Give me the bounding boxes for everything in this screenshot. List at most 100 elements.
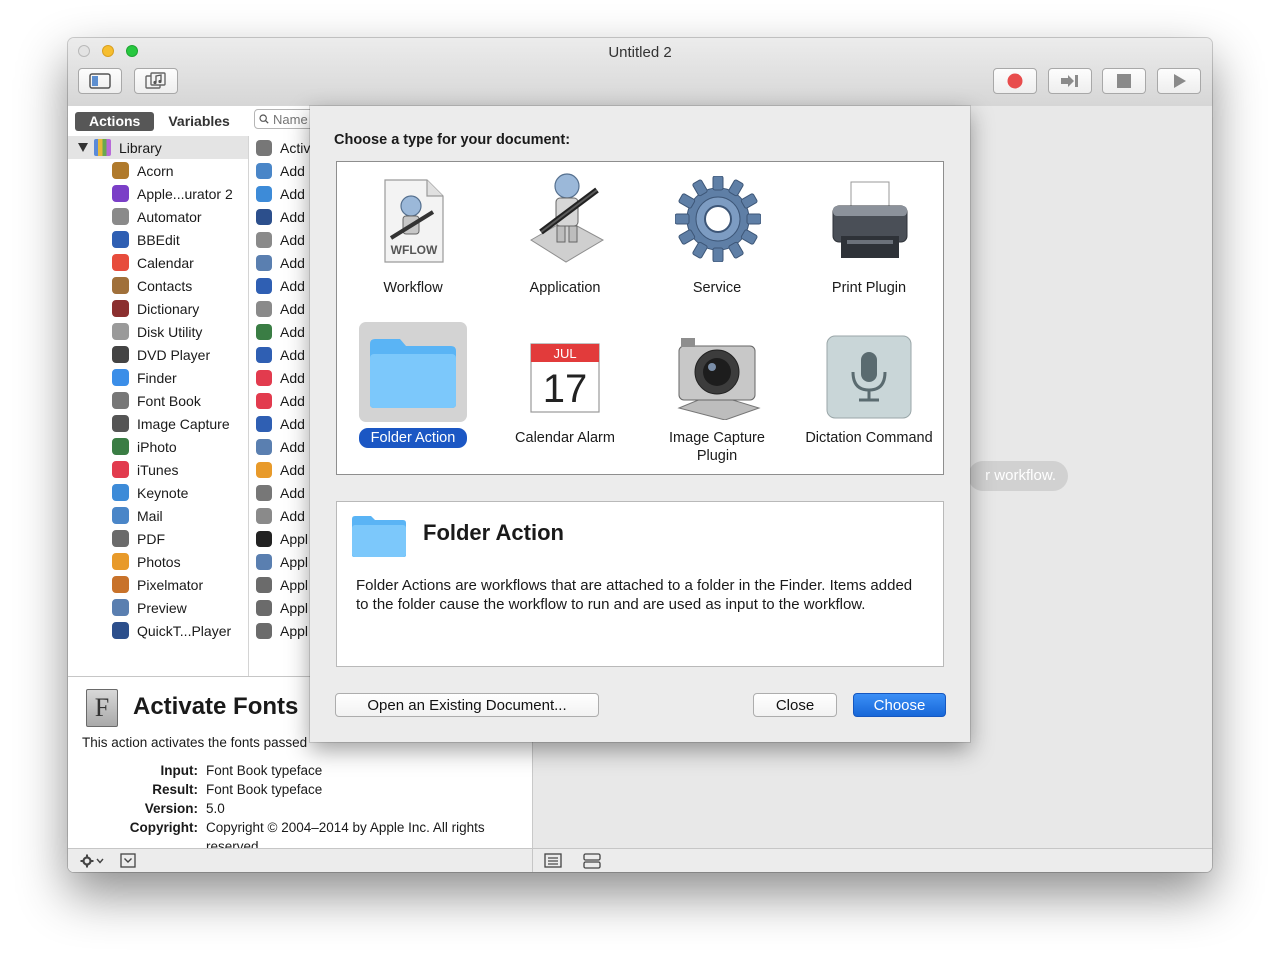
category-item[interactable]: Dictionary bbox=[68, 297, 248, 320]
category-item[interactable]: PDF bbox=[68, 527, 248, 550]
action-label: Add bbox=[280, 392, 305, 409]
action-label: Appl bbox=[280, 622, 309, 639]
category-label: Image Capture bbox=[137, 415, 230, 432]
action-item[interactable]: Add bbox=[249, 159, 311, 182]
category-item[interactable]: Keynote bbox=[68, 481, 248, 504]
microphone-icon bbox=[826, 335, 912, 419]
gear-menu-icon[interactable] bbox=[80, 854, 106, 868]
action-item[interactable]: Add bbox=[249, 389, 311, 412]
action-description: This action activates the fonts passed bbox=[82, 735, 308, 750]
category-app-icon bbox=[112, 576, 129, 593]
window-title: Untitled 2 bbox=[608, 44, 672, 61]
action-item[interactable]: Add bbox=[249, 481, 311, 504]
action-label: Add bbox=[280, 231, 305, 248]
action-item[interactable]: Appl bbox=[249, 619, 311, 642]
action-item[interactable]: Add bbox=[249, 458, 311, 481]
action-label: Appl bbox=[280, 599, 309, 616]
action-item[interactable]: Add bbox=[249, 251, 311, 274]
stop-button[interactable] bbox=[1102, 68, 1146, 94]
action-item[interactable]: Add bbox=[249, 343, 311, 366]
choose-button[interactable]: Choose bbox=[853, 693, 946, 717]
disclosure-triangle-icon[interactable] bbox=[78, 143, 88, 152]
action-item[interactable]: Add bbox=[249, 274, 311, 297]
action-item[interactable]: Add bbox=[249, 435, 311, 458]
action-item[interactable]: Add bbox=[249, 297, 311, 320]
record-button[interactable] bbox=[993, 68, 1037, 94]
action-item[interactable]: Activ bbox=[249, 136, 311, 159]
action-icon bbox=[256, 553, 272, 570]
library-tabs: Actions Variables bbox=[75, 112, 244, 131]
type-label: Calendar Alarm bbox=[515, 430, 615, 446]
action-label: Add bbox=[280, 507, 305, 524]
category-item[interactable]: Disk Utility bbox=[68, 320, 248, 343]
action-item[interactable]: Appl bbox=[249, 527, 311, 550]
category-item[interactable]: iPhoto bbox=[68, 435, 248, 458]
category-item[interactable]: BBEdit bbox=[68, 228, 248, 251]
action-item[interactable]: Appl bbox=[249, 573, 311, 596]
service-gear-icon bbox=[675, 176, 761, 262]
media-button[interactable] bbox=[134, 68, 178, 94]
category-item[interactable]: iTunes bbox=[68, 458, 248, 481]
category-label: Disk Utility bbox=[137, 323, 203, 340]
category-label: Contacts bbox=[137, 277, 193, 294]
category-item[interactable]: Font Book bbox=[68, 389, 248, 412]
action-item[interactable]: Add bbox=[249, 366, 311, 389]
category-label: Mail bbox=[137, 507, 163, 524]
action-label: Add bbox=[280, 484, 305, 501]
category-app-icon bbox=[112, 162, 129, 179]
font-book-icon: F bbox=[86, 689, 118, 727]
camera-icon bbox=[677, 338, 761, 420]
sheet-prompt: Choose a type for your document: bbox=[334, 132, 571, 148]
type-description-box: Folder Action Folder Actions are workflo… bbox=[336, 501, 944, 667]
category-item[interactable]: Contacts bbox=[68, 274, 248, 297]
category-item[interactable]: Preview bbox=[68, 596, 248, 619]
close-button[interactable]: Close bbox=[753, 693, 837, 717]
calendar-month: JUL bbox=[553, 346, 576, 361]
list-view-icon[interactable] bbox=[544, 853, 562, 868]
category-item[interactable]: Automator bbox=[68, 205, 248, 228]
category-app-icon bbox=[112, 346, 129, 363]
tab-actions[interactable]: Actions bbox=[75, 112, 155, 131]
action-item[interactable]: Add bbox=[249, 504, 311, 527]
action-item[interactable]: Appl bbox=[249, 596, 311, 619]
action-item[interactable]: Appl bbox=[249, 550, 311, 573]
category-app-icon bbox=[112, 438, 129, 455]
action-label: Add bbox=[280, 438, 305, 455]
category-item[interactable]: QuickT...Player bbox=[68, 619, 248, 642]
description-toggle-icon[interactable] bbox=[120, 853, 136, 868]
action-item[interactable]: Add bbox=[249, 320, 311, 343]
category-item[interactable]: Pixelmator bbox=[68, 573, 248, 596]
log-view-icon[interactable] bbox=[583, 853, 601, 869]
library-root-label: Library bbox=[119, 139, 162, 156]
document-type-sheet: Choose a type for your document: WFLOW W… bbox=[310, 106, 970, 742]
category-label: Automator bbox=[137, 208, 202, 225]
category-item[interactable]: Image Capture bbox=[68, 412, 248, 435]
category-item[interactable]: Acorn bbox=[68, 159, 248, 182]
action-item[interactable]: Add bbox=[249, 182, 311, 205]
category-app-icon bbox=[112, 300, 129, 317]
category-item[interactable]: Finder bbox=[68, 366, 248, 389]
run-button[interactable] bbox=[1157, 68, 1201, 94]
category-item[interactable]: Apple...urator 2 bbox=[68, 182, 248, 205]
open-existing-document-button[interactable]: Open an Existing Document... bbox=[335, 693, 599, 717]
action-item[interactable]: Add bbox=[249, 412, 311, 435]
action-item[interactable]: Add bbox=[249, 228, 311, 251]
type-label: Application bbox=[529, 280, 601, 296]
action-item[interactable]: Add bbox=[249, 205, 311, 228]
library-root-row[interactable]: Library bbox=[68, 136, 248, 159]
calendar-alarm-icon-box: JUL 17 bbox=[511, 322, 619, 422]
step-button[interactable] bbox=[1048, 68, 1092, 94]
action-icon bbox=[256, 277, 272, 294]
category-label: PDF bbox=[137, 530, 165, 547]
category-item[interactable]: Calendar bbox=[68, 251, 248, 274]
category-item[interactable]: DVD Player bbox=[68, 343, 248, 366]
tab-variables[interactable]: Variables bbox=[154, 112, 244, 131]
action-label: Add bbox=[280, 162, 305, 179]
action-label: Appl bbox=[280, 530, 309, 547]
selected-type-title: Folder Action bbox=[423, 520, 564, 545]
category-item[interactable]: Mail bbox=[68, 504, 248, 527]
category-item[interactable]: Photos bbox=[68, 550, 248, 573]
action-icon bbox=[256, 461, 272, 478]
type-label: Image Capture Plugin bbox=[669, 430, 765, 464]
toggle-library-button[interactable] bbox=[78, 68, 122, 94]
